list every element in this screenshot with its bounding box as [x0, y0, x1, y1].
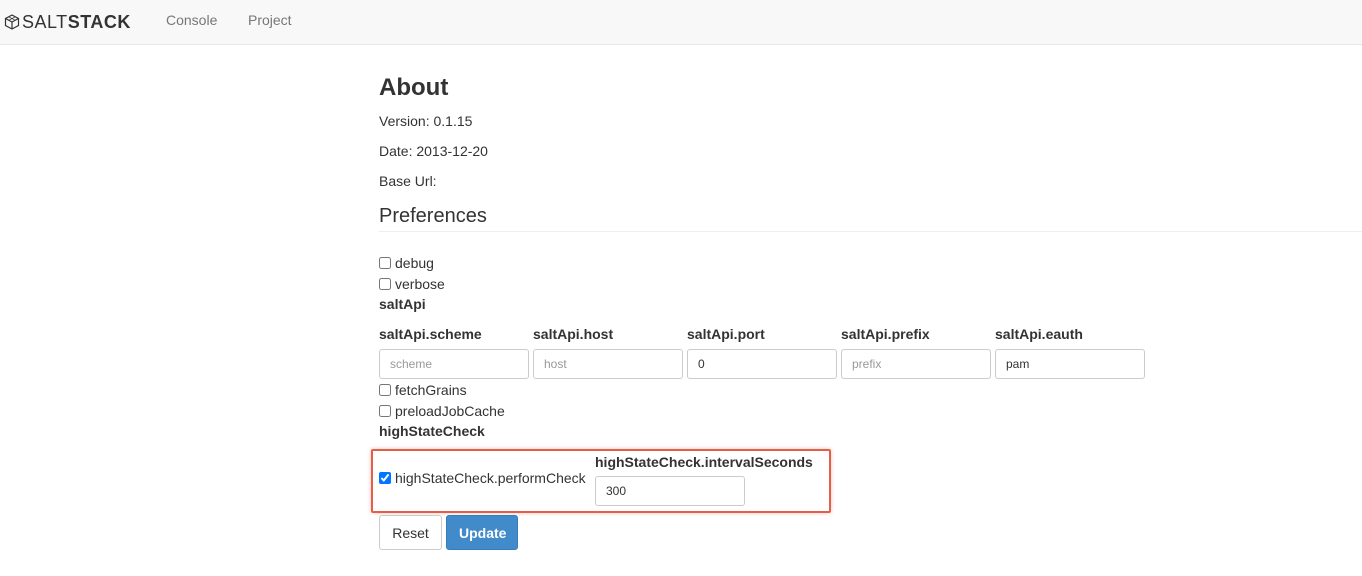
saltapi-host-input[interactable] — [533, 349, 683, 379]
saltapi-host-label: saltApi.host — [533, 326, 614, 342]
navbar: SALT STACK Console Project — [0, 0, 1362, 45]
preloadjobcache-label: preloadJobCache — [395, 403, 505, 419]
brand-text-stack: STACK — [67, 11, 131, 32]
fetchgrains-option[interactable]: fetchGrains — [379, 382, 467, 398]
performcheck-option[interactable]: highStateCheck.performCheck — [379, 470, 586, 486]
intervalseconds-label: highStateCheck.intervalSeconds — [595, 454, 813, 470]
date-text: Date: 2013-12-20 — [379, 143, 488, 159]
salt-cube-icon — [4, 14, 20, 30]
saltapi-port-label: saltApi.port — [687, 326, 765, 342]
update-button[interactable]: Update — [446, 515, 518, 550]
preloadjobcache-option[interactable]: preloadJobCache — [379, 403, 505, 419]
debug-checkbox[interactable] — [379, 257, 391, 269]
verbose-option[interactable]: verbose — [379, 276, 445, 292]
brand-logo[interactable]: SALT STACK — [4, 12, 131, 32]
fetchgrains-checkbox[interactable] — [379, 384, 391, 396]
saltapi-section-label: saltApi — [379, 296, 426, 312]
saltapi-scheme-label: saltApi.scheme — [379, 326, 482, 342]
saltapi-prefix-label: saltApi.prefix — [841, 326, 930, 342]
verbose-checkbox[interactable] — [379, 278, 391, 290]
saltapi-scheme-input[interactable] — [379, 349, 529, 379]
highstatecheck-section-label: highStateCheck — [379, 423, 485, 439]
about-heading: About — [379, 74, 449, 101]
nav-project[interactable]: Project — [248, 12, 292, 28]
preloadjobcache-checkbox[interactable] — [379, 405, 391, 417]
saltapi-prefix-input[interactable] — [841, 349, 991, 379]
nav-console[interactable]: Console — [166, 12, 217, 28]
performcheck-label: highStateCheck.performCheck — [395, 470, 586, 486]
fetchgrains-label: fetchGrains — [395, 382, 467, 398]
saltapi-eauth-input[interactable] — [995, 349, 1145, 379]
saltapi-eauth-label: saltApi.eauth — [995, 326, 1083, 342]
debug-option[interactable]: debug — [379, 255, 434, 271]
intervalseconds-input[interactable] — [595, 476, 745, 506]
preferences-divider — [379, 231, 1362, 232]
brand-text-salt: SALT — [22, 11, 68, 32]
reset-button[interactable]: Reset — [379, 515, 442, 550]
saltapi-port-input[interactable] — [687, 349, 837, 379]
base-url-text: Base Url: — [379, 173, 437, 189]
version-text: Version: 0.1.15 — [379, 113, 473, 129]
verbose-label: verbose — [395, 276, 445, 292]
debug-label: debug — [395, 255, 434, 271]
preferences-heading: Preferences — [379, 205, 487, 227]
performcheck-checkbox[interactable] — [379, 472, 391, 484]
